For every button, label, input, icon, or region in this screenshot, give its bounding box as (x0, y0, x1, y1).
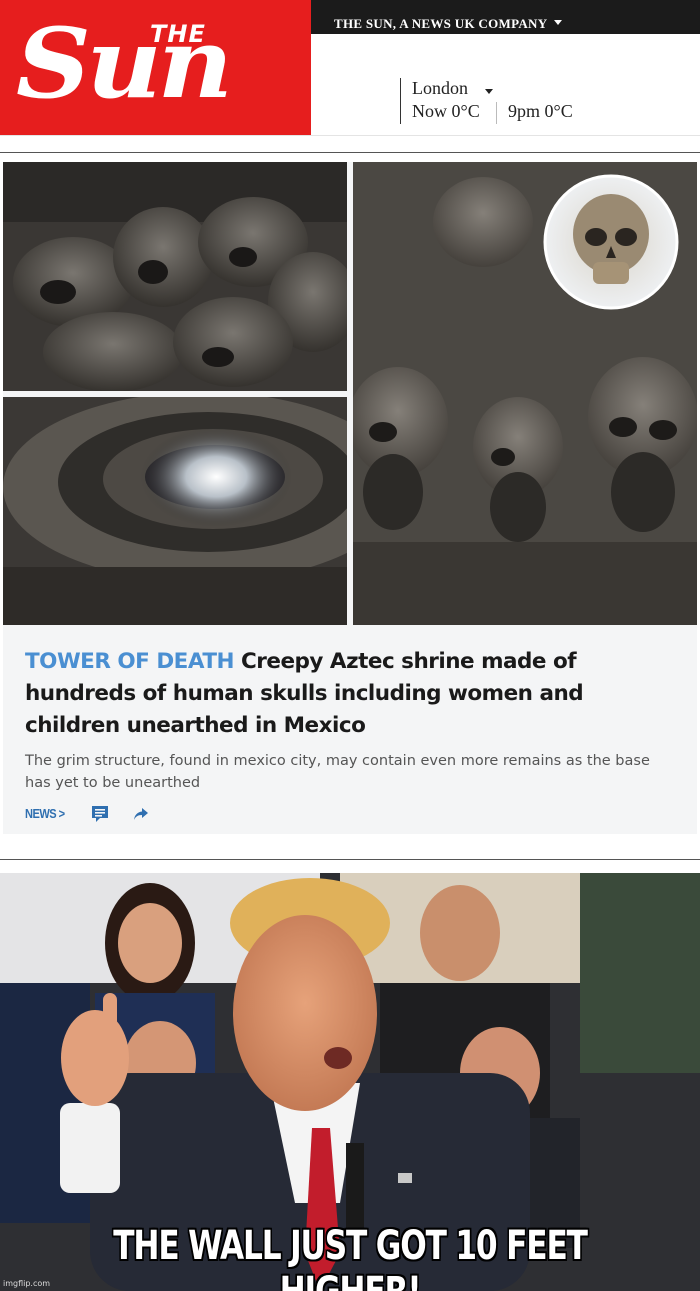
weather-separator (496, 102, 497, 124)
section-divider-top (0, 152, 700, 153)
article-text: TOWER OF DEATH Creepy Aztec shrine made … (25, 646, 675, 794)
weather-city-select[interactable]: London (412, 78, 468, 99)
weather-forecast: 9pm 0°C (508, 101, 573, 121)
share-icon[interactable] (133, 807, 149, 821)
imgflip-watermark: imgflip.com (3, 1279, 51, 1288)
section-link-label: NEWS (25, 806, 57, 821)
article-headline[interactable]: TOWER OF DEATH Creepy Aztec shrine made … (25, 646, 675, 742)
logo-the-text: THE (150, 20, 206, 48)
weather-now: Now 0°C (412, 101, 480, 121)
article-meta-row: NEWS > (25, 804, 325, 824)
comment-icon[interactable] (91, 805, 109, 823)
section-link-news[interactable]: NEWS > (25, 806, 65, 821)
header-bottom-border (0, 135, 700, 136)
chevron-down-icon[interactable] (554, 20, 562, 25)
sun-logo[interactable]: Sun THE (0, 0, 311, 135)
article-standfirst: The grim structure, found in mexico city… (25, 753, 650, 791)
weather-divider (400, 78, 401, 124)
article-card[interactable]: TOWER OF DEATH Creepy Aztec shrine made … (3, 162, 697, 834)
photo-skull-wall[interactable] (3, 162, 347, 391)
section-divider-bottom (0, 859, 700, 860)
company-bar: THE SUN, A NEWS UK COMPANY (311, 0, 700, 34)
meme-caption: THE WALL JUST GOT 10 FEET HIGHER! (113, 1223, 588, 1291)
photo-skull-tower-circle[interactable] (3, 397, 347, 625)
company-menu-label[interactable]: THE SUN, A NEWS UK COMPANY (334, 16, 547, 32)
article-kicker[interactable]: TOWER OF DEATH (25, 649, 235, 674)
city-chevron-down-icon[interactable] (485, 89, 493, 94)
photo-skulls-closeup[interactable] (353, 162, 697, 625)
meme-image: THE WALL JUST GOT 10 FEET HIGHER! (0, 873, 700, 1291)
